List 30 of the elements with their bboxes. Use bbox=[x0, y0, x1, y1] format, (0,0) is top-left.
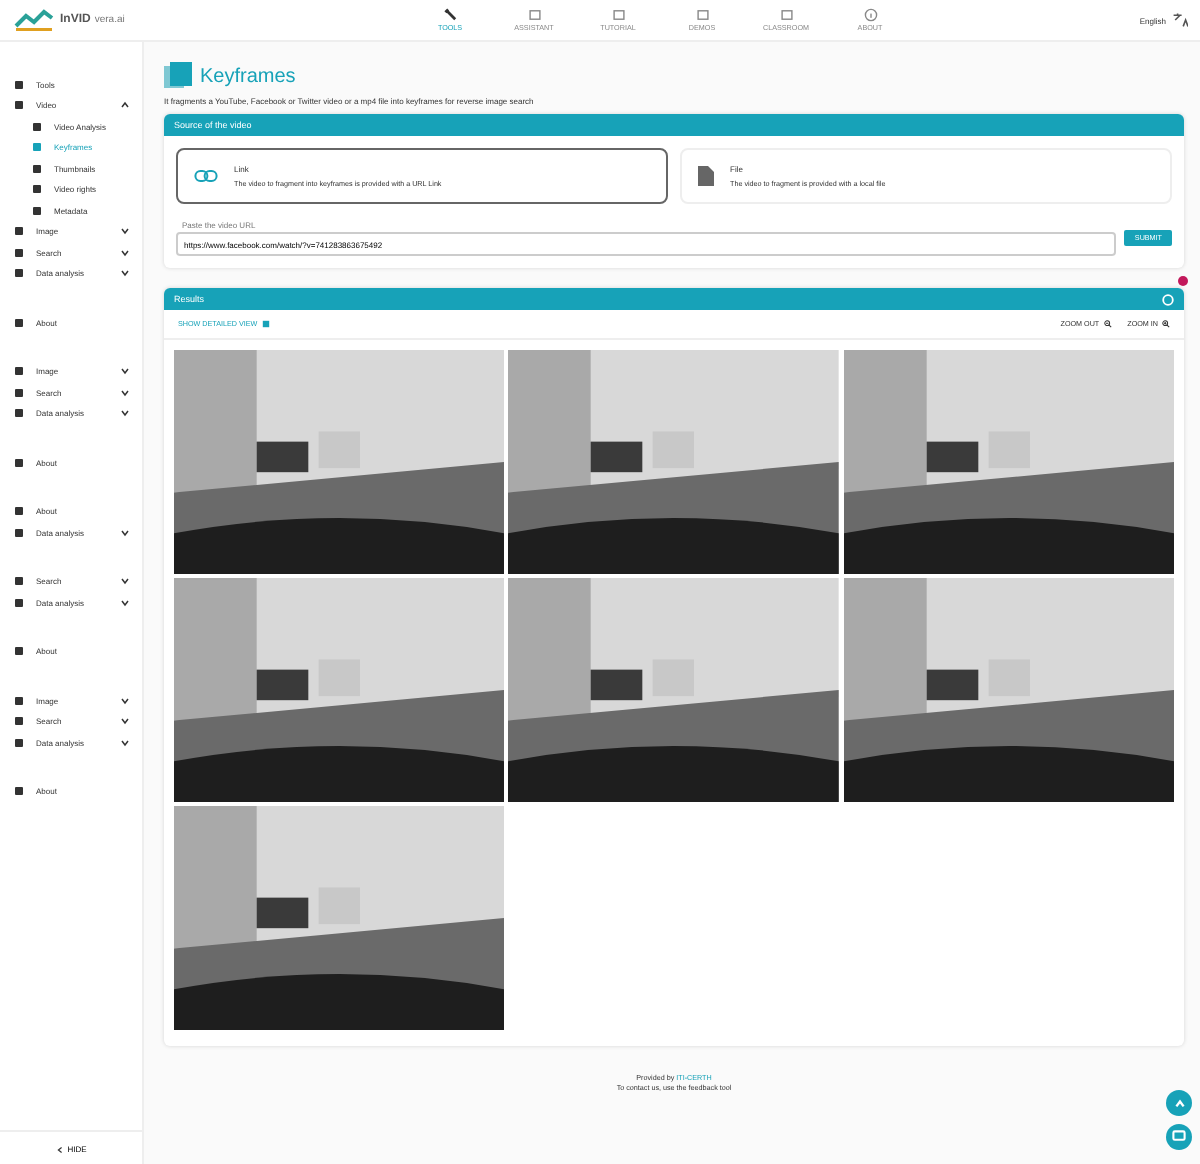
keyframe-image[interactable] bbox=[174, 350, 505, 574]
menu-item-icon bbox=[14, 646, 24, 657]
keyframes-icon bbox=[164, 62, 192, 90]
logo-icon bbox=[12, 8, 56, 32]
link-icon bbox=[194, 168, 218, 184]
chat-icon bbox=[1172, 1130, 1186, 1144]
keyframe-image[interactable] bbox=[843, 350, 1174, 574]
keyframe-image[interactable] bbox=[508, 578, 840, 802]
menu-item-icon bbox=[14, 317, 24, 328]
keyframe-image[interactable] bbox=[508, 350, 840, 574]
help-icon[interactable] bbox=[1162, 293, 1174, 305]
chevron-up-icon bbox=[1173, 1097, 1185, 1109]
chevron-down-icon bbox=[120, 527, 130, 538]
file-icon bbox=[698, 166, 714, 186]
info-icon bbox=[863, 8, 877, 22]
wrench-icon bbox=[443, 8, 457, 22]
keyframe-image[interactable] bbox=[174, 806, 505, 1030]
translate-icon[interactable] bbox=[1172, 12, 1188, 28]
keyframe-image[interactable] bbox=[843, 578, 1174, 802]
chevron-up-icon bbox=[120, 100, 130, 111]
close-badge-icon[interactable] bbox=[1178, 276, 1188, 286]
page-title: Keyframes bbox=[200, 65, 296, 87]
menu-item-icon bbox=[14, 786, 24, 797]
keyframe-image[interactable] bbox=[174, 578, 505, 802]
feedback-button[interactable] bbox=[1166, 1124, 1192, 1150]
menu-item-icon bbox=[14, 457, 24, 468]
grid-icon bbox=[261, 320, 270, 328]
zoom-in-icon bbox=[1162, 320, 1170, 328]
scroll-up-button[interactable] bbox=[1166, 1090, 1192, 1116]
zoom-out-icon bbox=[1103, 320, 1112, 328]
